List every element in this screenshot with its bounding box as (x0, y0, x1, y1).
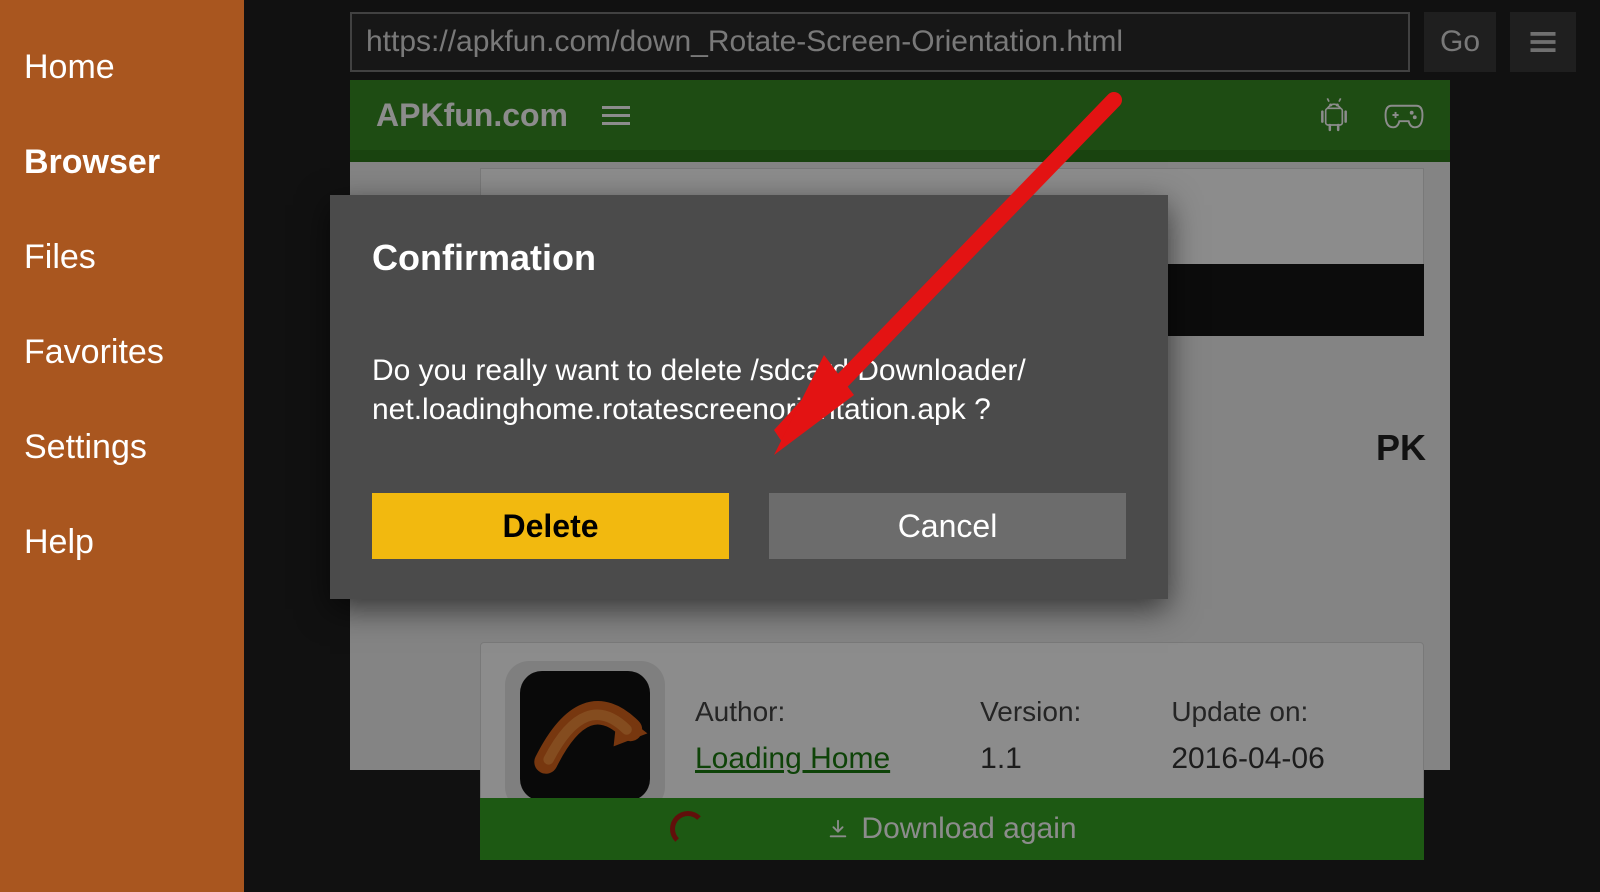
sidebar: Home Browser Files Favorites Settings He… (0, 0, 244, 892)
main-area: https://apkfun.com/down_Rotate-Screen-Or… (244, 0, 1600, 892)
confirmation-dialog: Confirmation Do you really want to delet… (330, 195, 1168, 599)
sidebar-item-browser[interactable]: Browser (0, 115, 244, 210)
dialog-message: Do you really want to delete /sdcard/Dow… (372, 351, 1126, 429)
sidebar-item-favorites[interactable]: Favorites (0, 305, 244, 400)
sidebar-item-settings[interactable]: Settings (0, 400, 244, 495)
dialog-title: Confirmation (372, 237, 1126, 279)
cancel-button[interactable]: Cancel (769, 493, 1126, 559)
delete-button[interactable]: Delete (372, 493, 729, 559)
sidebar-item-files[interactable]: Files (0, 210, 244, 305)
sidebar-item-help[interactable]: Help (0, 495, 244, 590)
sidebar-item-home[interactable]: Home (0, 20, 244, 115)
